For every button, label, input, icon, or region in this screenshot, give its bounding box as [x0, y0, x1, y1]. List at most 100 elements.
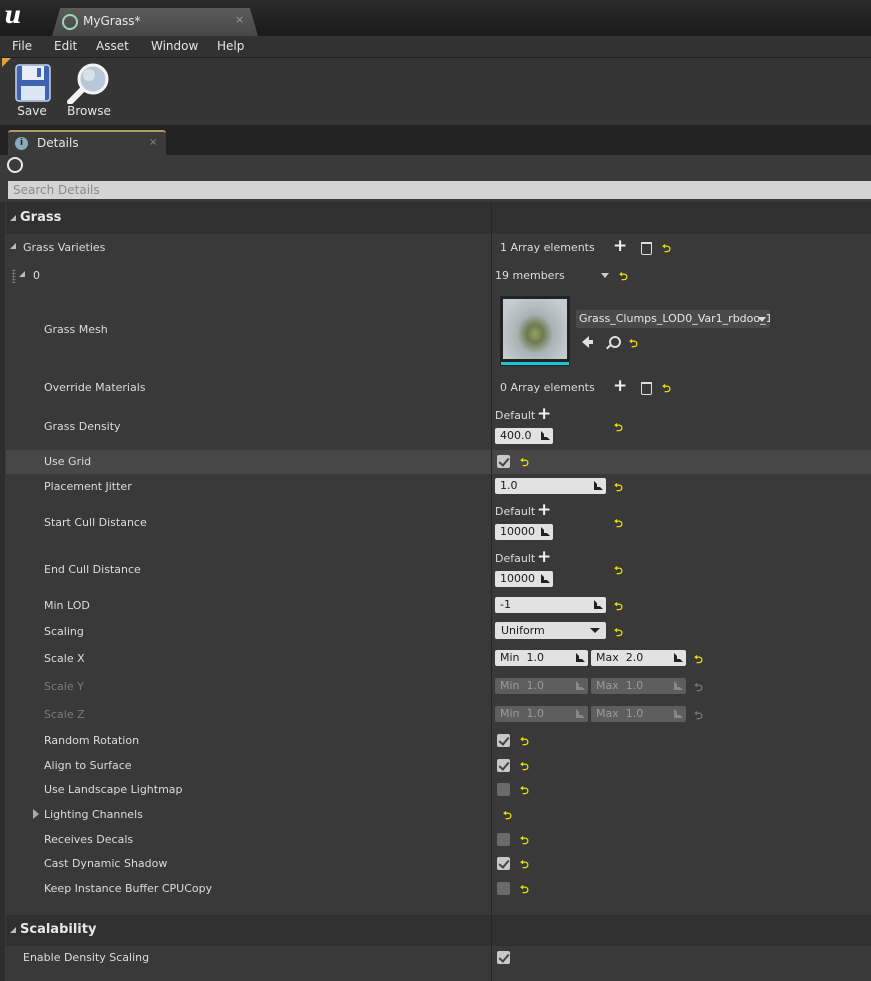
- reset-default-icon[interactable]: ⮌: [614, 598, 623, 617]
- array-element-0-row: 0 19 members ⮌: [6, 262, 871, 290]
- placement-jitter-row: Placement Jitter 1.0 ⮌: [6, 474, 871, 498]
- end-cull-distance-value: 10000: [500, 572, 535, 585]
- use-selected-arrow-icon[interactable]: [582, 336, 593, 348]
- spin-drag-icon: [674, 653, 683, 662]
- reset-default-icon[interactable]: ⮌: [614, 624, 623, 643]
- document-tab[interactable]: MyGrass* ×: [52, 8, 258, 36]
- scale-y-max-value: 1.0: [625, 679, 644, 692]
- trash-icon[interactable]: [641, 382, 652, 395]
- column-divider[interactable]: [491, 202, 492, 981]
- enable-density-scaling-checkbox[interactable]: [497, 951, 510, 964]
- scale-x-row: Scale X Min 1.0 Max 2.0 ⮌: [6, 644, 871, 672]
- add-override-icon[interactable]: +: [537, 502, 551, 519]
- reset-default-icon[interactable]: ⮌: [520, 832, 529, 851]
- placement-jitter-field[interactable]: 1.0: [495, 478, 606, 494]
- lock-icon[interactable]: [7, 157, 23, 173]
- scale-z-max-value: 1.0: [625, 707, 644, 720]
- add-override-icon[interactable]: +: [537, 549, 551, 566]
- random-rotation-checkbox[interactable]: [497, 734, 510, 747]
- grass-density-field[interactable]: 400.0: [495, 428, 553, 444]
- use-grid-checkbox[interactable]: [497, 455, 510, 468]
- reset-default-icon[interactable]: ⮌: [614, 515, 623, 534]
- reset-default-icon[interactable]: ⮌: [662, 240, 671, 259]
- mesh-thumbnail[interactable]: [500, 296, 570, 366]
- mesh-asset-picker[interactable]: Grass_Clumps_LOD0_Var1_rbdoo_1: [576, 310, 770, 328]
- receives-decals-label: Receives Decals: [44, 833, 134, 846]
- browse-asset-icon[interactable]: [609, 336, 621, 348]
- collapse-arrow-icon[interactable]: [10, 927, 16, 933]
- reset-default-icon[interactable]: ⮌: [520, 733, 529, 752]
- use-grid-label: Use Grid: [44, 455, 92, 468]
- random-rotation-label: Random Rotation: [44, 734, 140, 747]
- reset-default-icon[interactable]: ⮌: [614, 562, 623, 581]
- spin-drag-icon: [576, 709, 585, 718]
- cast-dynamic-shadow-checkbox[interactable]: [497, 857, 510, 870]
- reset-default-icon[interactable]: ⮌: [520, 454, 529, 473]
- category-scalability[interactable]: Scalability: [6, 915, 871, 946]
- scale-z-label: Scale Z: [44, 708, 85, 721]
- menu-file[interactable]: File: [12, 39, 32, 53]
- expand-arrow-icon[interactable]: [10, 243, 16, 249]
- scale-x-max-field[interactable]: Max 2.0: [591, 650, 686, 666]
- collapse-arrow-icon[interactable]: [10, 215, 16, 221]
- category-grass[interactable]: Grass: [6, 202, 871, 234]
- max-label: Max: [596, 679, 619, 692]
- search-details-input[interactable]: [8, 181, 871, 199]
- menu-asset[interactable]: Asset: [96, 39, 129, 53]
- enable-density-scaling-label: Enable Density Scaling: [23, 951, 150, 964]
- expand-arrow-icon[interactable]: [33, 809, 39, 819]
- add-element-icon[interactable]: +: [613, 378, 627, 395]
- menu-edit[interactable]: Edit: [54, 39, 77, 53]
- min-lod-label: Min LOD: [44, 599, 90, 612]
- receives-decals-checkbox[interactable]: [497, 833, 510, 846]
- reset-default-icon[interactable]: ⮌: [520, 881, 529, 900]
- start-cull-distance-field[interactable]: 10000: [495, 524, 553, 540]
- reset-default-icon[interactable]: ⮌: [520, 782, 529, 801]
- unreal-logo-icon[interactable]: u: [4, 2, 28, 28]
- reset-default-icon[interactable]: ⮌: [614, 479, 623, 498]
- save-button[interactable]: Save: [5, 58, 59, 124]
- min-lod-field[interactable]: -1: [495, 597, 606, 613]
- menu-window[interactable]: Window: [151, 39, 198, 53]
- grass-density-row: Grass Density Default + 400.0 ⮌: [6, 402, 871, 450]
- keep-instance-buffer-checkbox[interactable]: [497, 882, 510, 895]
- reset-default-icon[interactable]: ⮌: [520, 758, 529, 777]
- element-options-dropdown-icon[interactable]: [601, 273, 609, 278]
- keep-instance-buffer-label: Keep Instance Buffer CPUCopy: [44, 882, 213, 895]
- category-title: Scalability: [20, 922, 97, 937]
- grass-mesh-row: Grass Mesh: [6, 290, 871, 372]
- expand-arrow-icon[interactable]: [19, 271, 25, 277]
- scale-x-min-field[interactable]: Min 1.0: [495, 650, 588, 666]
- menu-help[interactable]: Help: [217, 39, 244, 53]
- save-label: Save: [17, 104, 47, 118]
- trash-icon[interactable]: [641, 242, 652, 255]
- save-icon: [15, 64, 51, 102]
- details-tab[interactable]: i Details ×: [8, 130, 166, 157]
- scaling-dropdown[interactable]: Uniform: [495, 622, 606, 639]
- reset-default-icon[interactable]: ⮌: [619, 268, 628, 287]
- spin-drag-icon: [594, 600, 603, 609]
- menu-bar: File Edit Asset Window Help: [0, 36, 871, 58]
- align-to-surface-checkbox[interactable]: [497, 759, 510, 772]
- cast-dynamic-shadow-label: Cast Dynamic Shadow: [44, 857, 168, 870]
- details-tab-label: Details: [37, 136, 79, 150]
- chevron-down-icon: [758, 317, 766, 322]
- align-to-surface-label: Align to Surface: [44, 759, 132, 772]
- close-icon[interactable]: ×: [235, 13, 244, 26]
- reset-default-icon[interactable]: ⮌: [614, 419, 623, 438]
- close-icon[interactable]: ×: [149, 137, 157, 148]
- use-landscape-lightmap-checkbox[interactable]: [497, 783, 510, 796]
- reset-default-icon[interactable]: ⮌: [694, 651, 703, 670]
- drag-handle-icon[interactable]: [12, 269, 16, 283]
- reset-default-icon[interactable]: ⮌: [503, 807, 512, 826]
- spin-drag-icon: [674, 709, 683, 718]
- spin-drag-icon: [594, 481, 603, 490]
- end-cull-distance-label: End Cull Distance: [44, 563, 141, 576]
- reset-default-icon[interactable]: ⮌: [629, 335, 638, 354]
- browse-button[interactable]: Browse: [62, 58, 116, 124]
- add-override-icon[interactable]: +: [537, 406, 551, 423]
- add-element-icon[interactable]: +: [613, 238, 627, 255]
- end-cull-distance-field[interactable]: 10000: [495, 571, 553, 587]
- reset-default-icon[interactable]: ⮌: [662, 380, 671, 399]
- reset-default-icon[interactable]: ⮌: [520, 856, 529, 875]
